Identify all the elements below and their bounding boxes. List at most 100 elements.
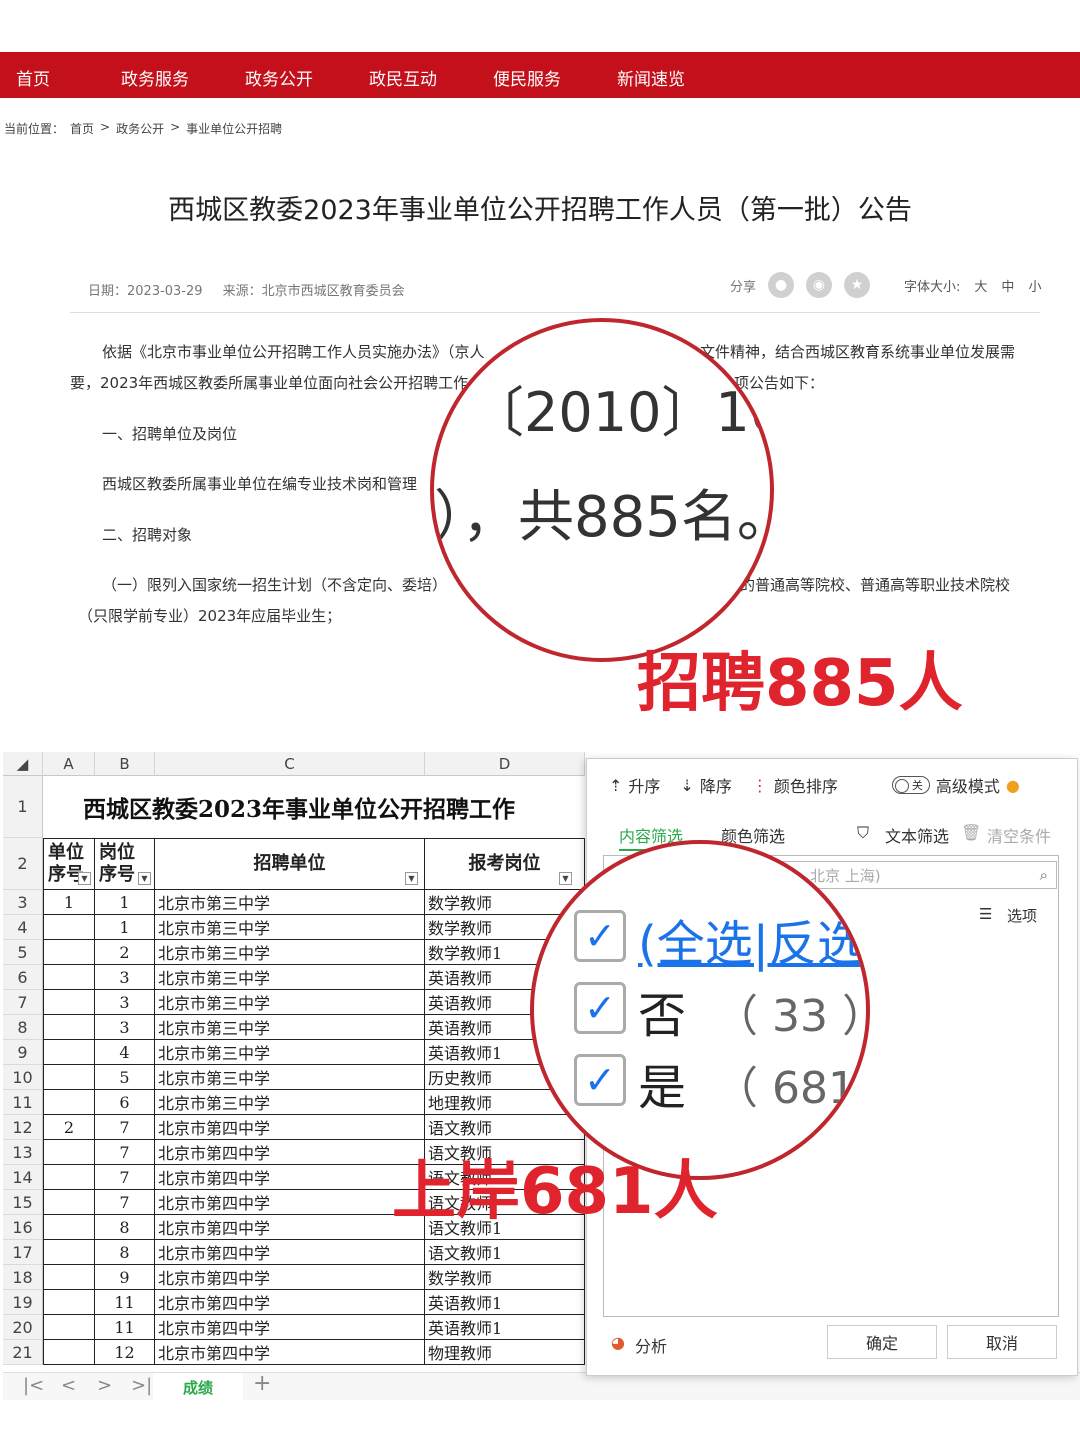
breadcrumb-gov-open[interactable]: 政务公开 [116,120,164,137]
pie-chart-icon[interactable]: ◕ [611,1333,625,1352]
column-header-a[interactable]: A [43,752,95,776]
next-sheet-icon[interactable]: > [97,1375,112,1396]
table-cell-a[interactable] [43,1015,95,1040]
table-cell-a[interactable] [43,1315,95,1340]
table-cell-a[interactable] [43,1165,95,1190]
analyze-button[interactable]: 分析 [635,1333,667,1357]
row-header[interactable]: 18 [3,1265,43,1290]
table-cell-c[interactable]: 北京市第三中学 [155,1040,425,1065]
color-sort-button[interactable]: 颜色排序 [774,773,838,797]
table-cell-a[interactable] [43,1290,95,1315]
table-cell-a[interactable] [43,1140,95,1165]
table-cell-c[interactable]: 北京市第三中学 [155,1090,425,1115]
row-header[interactable]: 13 [3,1140,43,1165]
font-size-medium[interactable]: 中 [1001,276,1014,295]
table-cell-b[interactable]: 5 [95,1065,155,1090]
table-cell-a[interactable] [43,1040,95,1065]
table-cell-b[interactable]: 9 [95,1265,155,1290]
table-cell-c[interactable]: 北京市第四中学 [155,1315,425,1340]
table-cell-b[interactable]: 3 [95,1015,155,1040]
table-cell-c[interactable]: 北京市第四中学 [155,1165,425,1190]
filter-dropdown-icon[interactable]: ▼ [405,872,418,885]
row-header[interactable]: 11 [3,1090,43,1115]
table-cell-b[interactable]: 7 [95,1165,155,1190]
table-cell-b[interactable]: 3 [95,965,155,990]
table-cell-c[interactable]: 北京市第四中学 [155,1190,425,1215]
table-cell-a[interactable] [43,1190,95,1215]
table-cell-c[interactable]: 北京市第三中学 [155,1065,425,1090]
table-cell-d[interactable]: 语文教师1 [425,1240,585,1265]
table-cell-c[interactable]: 北京市第四中学 [155,1115,425,1140]
table-cell-a[interactable]: 1 [43,890,95,915]
last-sheet-icon[interactable]: >| [131,1375,152,1396]
row-header[interactable]: 10 [3,1065,43,1090]
checkbox-no[interactable]: ✓ [574,982,626,1034]
row-header[interactable]: 14 [3,1165,43,1190]
filter-dropdown-icon[interactable]: ▼ [559,872,572,885]
table-cell-d[interactable]: 物理教师 [425,1340,585,1365]
table-cell-b[interactable]: 6 [95,1090,155,1115]
checkbox-yes[interactable]: ✓ [574,1054,626,1106]
table-cell-a[interactable] [43,940,95,965]
search-icon[interactable]: ⌕ [1040,866,1048,884]
sort-asc-icon[interactable]: ⇡ [609,776,622,795]
row-header[interactable]: 21 [3,1340,43,1365]
table-cell-a[interactable] [43,990,95,1015]
table-cell-c[interactable]: 北京市第四中学 [155,1265,425,1290]
row-header[interactable]: 7 [3,990,43,1015]
column-header-b[interactable]: B [95,752,155,776]
table-cell-d[interactable]: 英语教师1 [425,1315,585,1340]
column-header-d[interactable]: D [425,752,585,776]
text-filter-icon[interactable]: ⛉ [857,823,869,843]
table-cell-d[interactable]: 语文教师 [425,1115,585,1140]
row-header[interactable]: 8 [3,1015,43,1040]
column-header-c[interactable]: C [155,752,425,776]
select-all-label[interactable]: (全选|反选 [638,904,865,974]
filter-dropdown-icon[interactable]: ▼ [78,872,91,885]
table-cell-a[interactable] [43,1215,95,1240]
options-menu[interactable]: 选项 [1007,905,1037,926]
ok-button[interactable]: 确定 [827,1325,937,1359]
table-cell-c[interactable]: 北京市第三中学 [155,1015,425,1040]
table-cell-b[interactable]: 4 [95,1040,155,1065]
row-header[interactable]: 6 [3,965,43,990]
row-header[interactable]: 4 [3,915,43,940]
row-header[interactable]: 19 [3,1290,43,1315]
first-sheet-icon[interactable]: |< [23,1375,44,1396]
wechat-icon[interactable]: ● [768,272,795,298]
row-header[interactable]: 20 [3,1315,43,1340]
table-cell-c[interactable]: 北京市第三中学 [155,940,425,965]
trash-icon[interactable]: 🗑 [961,823,981,842]
options-menu-icon[interactable]: ☰ [979,905,992,923]
sort-desc-button[interactable]: 降序 [700,773,732,797]
nav-gov-service[interactable]: 政务服务 [121,65,189,90]
nav-public-service[interactable]: 便民服务 [493,65,561,90]
table-cell-b[interactable]: 8 [95,1215,155,1240]
table-cell-b[interactable]: 7 [95,1140,155,1165]
row-header[interactable]: 1 [3,776,43,838]
row-header[interactable]: 9 [3,1040,43,1065]
color-sort-icon[interactable]: ⋮ [752,776,768,795]
table-cell-c[interactable]: 北京市第四中学 [155,1215,425,1240]
corner-cell[interactable]: ◢ [3,752,43,776]
table-cell-c[interactable]: 北京市第四中学 [155,1340,425,1365]
font-size-small[interactable]: 小 [1028,276,1041,295]
row-header[interactable]: 5 [3,940,43,965]
table-cell-b[interactable]: 1 [95,890,155,915]
table-cell-b[interactable]: 7 [95,1190,155,1215]
row-header[interactable]: 12 [3,1115,43,1140]
table-cell-a[interactable] [43,1090,95,1115]
nav-gov-open[interactable]: 政务公开 [245,65,313,90]
row-header[interactable]: 15 [3,1190,43,1215]
table-cell-a[interactable] [43,1240,95,1265]
row-header[interactable]: 3 [3,890,43,915]
clear-conditions-button[interactable]: 清空条件 [987,823,1051,847]
table-cell-b[interactable]: 11 [95,1315,155,1340]
advanced-mode-toggle[interactable]: 关 [891,776,930,794]
nav-news[interactable]: 新闻速览 [617,65,685,90]
table-cell-c[interactable]: 北京市第四中学 [155,1240,425,1265]
table-cell-c[interactable]: 北京市第三中学 [155,965,425,990]
table-cell-a[interactable] [43,965,95,990]
prev-sheet-icon[interactable]: < [61,1375,76,1396]
sort-asc-button[interactable]: 升序 [628,773,660,797]
